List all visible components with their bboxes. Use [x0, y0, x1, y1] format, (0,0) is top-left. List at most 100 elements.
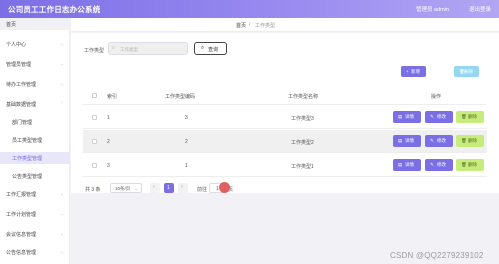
cell-name: 工作类型2 — [291, 140, 314, 146]
sidebar-item-notice-info[interactable]: 公告信息管理 ⌄ — [0, 246, 70, 258]
table-header: 索引 工作类型编码 工作类型名称 操作 — [83, 87, 487, 105]
chevron-down-icon: ⌄ — [60, 61, 64, 66]
chevron-down-icon: ⌄ — [60, 249, 64, 254]
column-header-actions: 操作 — [431, 94, 442, 100]
search-icon: ⌕ — [112, 45, 115, 51]
sidebar: 首页 个人中心 ⌄ 管理员管理 ⌄ 待办工作管理 ⌄ 基础数据管理 ⌃ 部门管理… — [0, 18, 70, 264]
breadcrumb-separator: / — [249, 22, 251, 28]
edit-button[interactable]: ✎ 修改 — [425, 111, 453, 123]
edit-button[interactable]: ✎ 修改 — [425, 135, 453, 147]
trash-icon: 🗑 — [461, 138, 467, 143]
search-input[interactable] — [120, 44, 186, 54]
search-label: 工作类型 — [84, 48, 105, 54]
sidebar-item-personal-center[interactable]: 个人中心 ⌄ — [0, 38, 70, 50]
sidebar-item-label: 工作计划管理 — [6, 212, 37, 218]
add-button[interactable]: + 新增 — [401, 66, 426, 77]
detail-label: 详情 — [405, 138, 414, 143]
sidebar-item-label: 员工类型管理 — [12, 138, 43, 144]
document-icon: ▤ — [398, 114, 403, 119]
logout-link[interactable]: 退出登录 — [469, 5, 491, 13]
pagination: 共 3 条 10条/页 ⌄ ‹ 1 › 前往 1 页 — [85, 183, 285, 194]
plus-icon: + — [406, 69, 409, 74]
add-button-label: 新增 — [411, 69, 420, 74]
row-checkbox[interactable] — [92, 163, 97, 168]
search-button[interactable]: ⌕ 查询 — [194, 42, 227, 55]
chevron-up-icon: ⌃ — [60, 101, 64, 106]
sidebar-item-work-type[interactable]: 工作类型管理 — [0, 152, 70, 164]
sidebar-item-label: 待办工作管理 — [6, 82, 37, 88]
edit-label: 修改 — [437, 138, 446, 143]
search-field[interactable]: ⌕ — [108, 42, 188, 55]
sidebar-item-home[interactable]: 首页 — [0, 18, 70, 30]
table-row: 3 1 工作类型1 ▤ 详情 ✎ 修改 🗑 删除 — [83, 154, 487, 177]
row-checkbox[interactable] — [92, 139, 97, 144]
delete-label: 删除 — [468, 162, 477, 167]
breadcrumb-home[interactable]: 首页 — [236, 22, 246, 29]
detail-button[interactable]: ▤ 详情 — [393, 159, 421, 171]
chevron-right-icon: › — [181, 184, 183, 190]
search-icon: ⌕ — [201, 45, 205, 51]
cell-index: 3 — [107, 163, 110, 169]
top-bar: 公司员工工作日志办公系统 管理员 admin 退出登录 — [0, 0, 499, 18]
next-page-button[interactable]: › — [178, 183, 188, 193]
sidebar-item-employee-type[interactable]: 员工类型管理 — [0, 134, 70, 146]
chevron-down-icon: ⌄ — [60, 81, 64, 86]
delete-button[interactable]: 🗑 删除 — [456, 111, 484, 123]
delete-label: 删除 — [468, 138, 477, 143]
sidebar-item-label: 工作类型管理 — [12, 156, 43, 162]
batch-delete-button[interactable]: 🗑 删除 — [454, 66, 479, 77]
cell-code: 3 — [185, 115, 188, 121]
sidebar-item-admin-management[interactable]: 管理员管理 ⌄ — [0, 58, 70, 70]
cell-code: 1 — [185, 163, 188, 169]
sidebar-item-label: 个人中心 — [6, 42, 27, 48]
prev-page-button[interactable]: ‹ — [150, 183, 160, 193]
cell-name: 工作类型3 — [291, 116, 314, 122]
sidebar-item-label: 会议信息管理 — [6, 232, 37, 238]
page-number-current[interactable]: 1 — [164, 183, 174, 193]
sidebar-item-todo-management[interactable]: 待办工作管理 ⌄ — [0, 78, 70, 90]
detail-label: 详情 — [405, 162, 414, 167]
edit-label: 修改 — [437, 114, 446, 119]
app-title: 公司员工工作日志办公系统 — [8, 5, 101, 14]
table-row: 2 2 工作类型2 ▤ 详情 ✎ 修改 🗑 删除 — [83, 130, 487, 153]
chevron-down-icon: ⌄ — [60, 191, 64, 196]
row-checkbox[interactable] — [92, 115, 97, 120]
breadcrumb-current: 工作类型 — [255, 23, 276, 29]
sidebar-item-label: 公告信息管理 — [6, 250, 37, 256]
edit-button[interactable]: ✎ 修改 — [425, 159, 453, 171]
delete-button[interactable]: 🗑 删除 — [456, 135, 484, 147]
chevron-down-icon: ⌄ — [60, 41, 64, 46]
detail-label: 详情 — [405, 114, 414, 119]
detail-button[interactable]: ▤ 详情 — [393, 135, 421, 147]
select-all-checkbox[interactable] — [92, 93, 97, 98]
delete-label: 删除 — [468, 114, 477, 119]
pencil-icon: ✎ — [430, 162, 434, 167]
breadcrumb: 首页 / 工作类型 — [71, 18, 499, 32]
cell-name: 工作类型1 — [291, 164, 314, 170]
sidebar-item-label: 公告类型管理 — [12, 174, 43, 180]
detail-button[interactable]: ▤ 详情 — [393, 111, 421, 123]
sidebar-item-label: 部门管理 — [12, 120, 33, 126]
batch-delete-label: 删除 — [464, 69, 473, 74]
document-icon: ▤ — [398, 138, 403, 143]
sidebar-item-work-report[interactable]: 工作汇报管理 ⌄ — [0, 188, 70, 200]
sidebar-item-meeting-info[interactable]: 会议信息管理 ⌄ — [0, 228, 70, 240]
pencil-icon: ✎ — [430, 114, 434, 119]
sidebar-item-work-plan[interactable]: 工作计划管理 ⌄ — [0, 208, 70, 220]
delete-button[interactable]: 🗑 删除 — [456, 159, 484, 171]
chevron-down-icon: ⌄ — [60, 211, 64, 216]
page-size-select[interactable]: 10条/页 ⌄ — [110, 183, 142, 193]
watermark: CSDN @QQ2279239102 — [390, 251, 484, 260]
column-header-index: 索引 — [107, 94, 118, 100]
sidebar-item-label: 工作汇报管理 — [6, 192, 37, 198]
sidebar-item-department[interactable]: 部门管理 — [0, 116, 70, 128]
cell-index: 2 — [107, 139, 110, 145]
sidebar-item-notice-type[interactable]: 公告类型管理 — [0, 170, 70, 182]
cell-index: 1 — [107, 115, 110, 121]
admin-label: 管理员 admin — [415, 7, 449, 13]
sidebar-item-basic-data[interactable]: 基础数据管理 ⌃ — [0, 98, 70, 110]
chevron-down-icon: ⌄ — [60, 231, 64, 236]
main-content: 工作类型 ⌕ ⌕ 查询 + 新增 🗑 删除 索引 工作类型编码 工作类型名称 操… — [71, 33, 499, 193]
pagination-total: 共 3 条 — [85, 187, 101, 193]
trash-icon: 🗑 — [461, 114, 467, 119]
